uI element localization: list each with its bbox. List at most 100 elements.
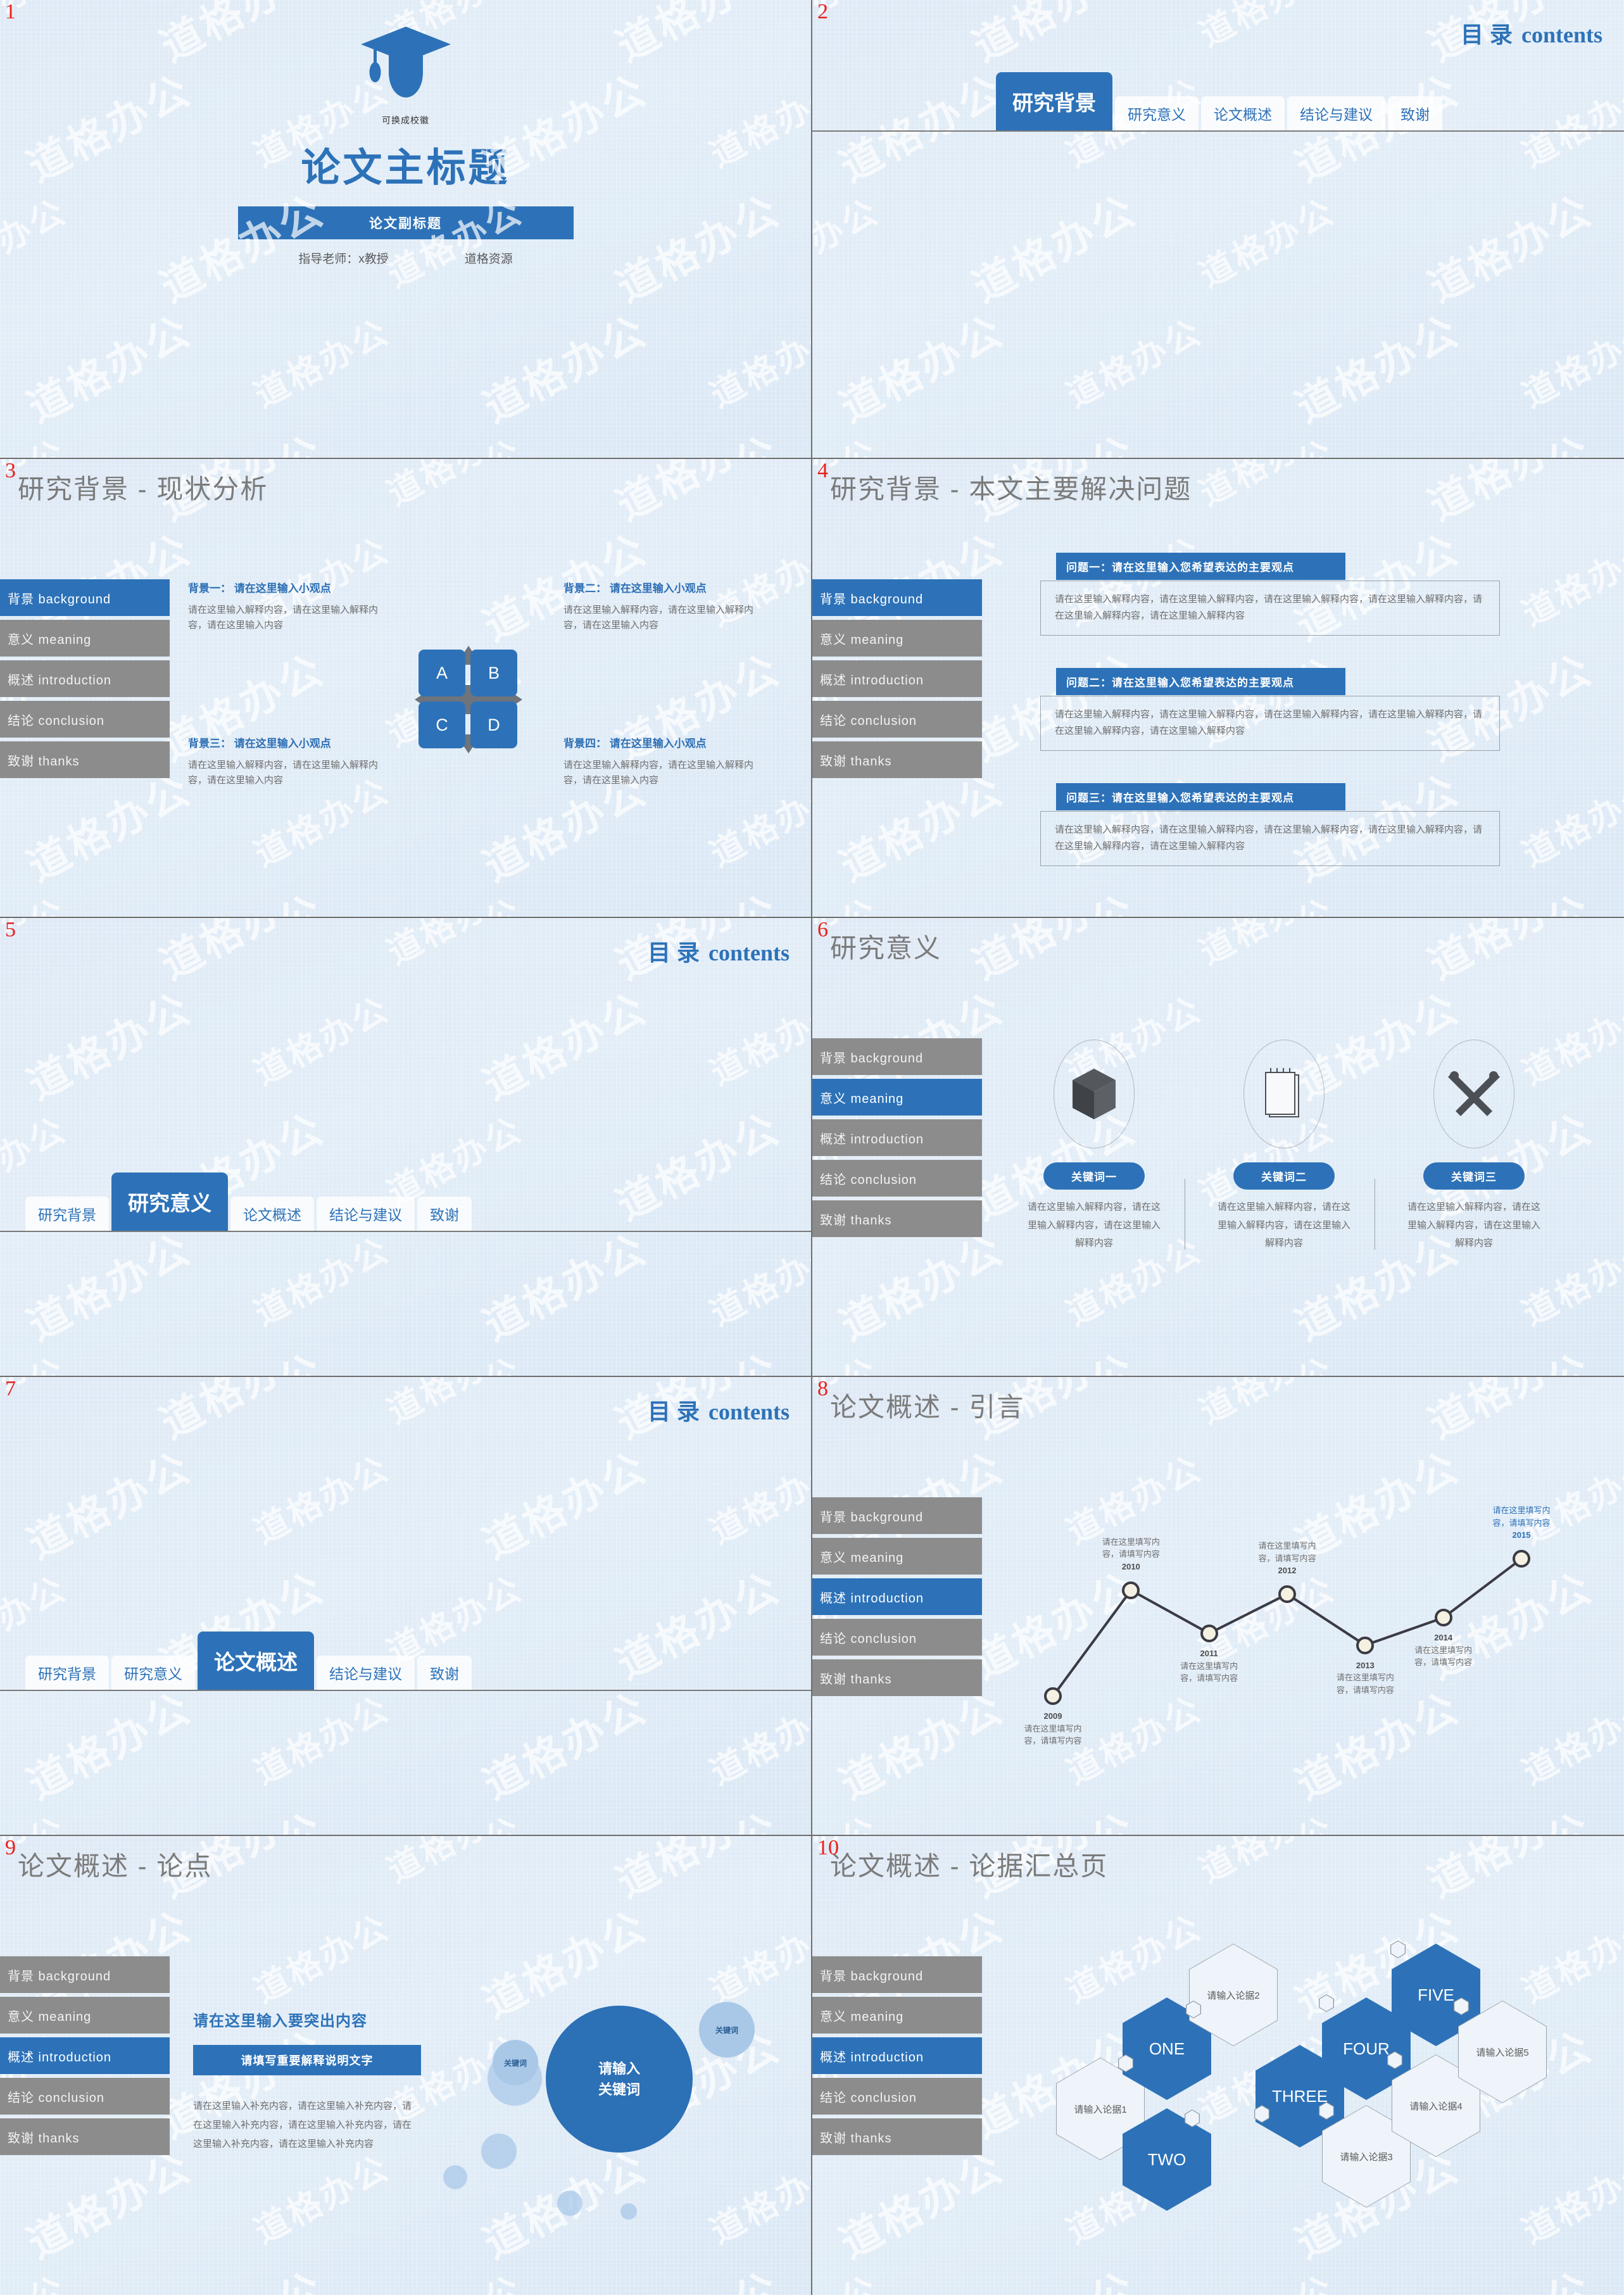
tab-3[interactable]: 论文概述 xyxy=(1201,96,1285,130)
slide-4[interactable]: 4 道格办公 道格办公 道格办公 道格办公 道格办公 道格办公 道格办公 道格办公 道格办公 道格办… xyxy=(812,459,1624,918)
hex-label: 请输入论据3 xyxy=(1340,2151,1393,2163)
watermark-text: 道格办公 xyxy=(704,312,811,415)
slide-number: 8 xyxy=(817,1377,828,1400)
keyword-bubble-1[interactable]: 关键词 xyxy=(493,2040,538,2085)
sidebar-item-conclusion[interactable]: 结论 conclusion xyxy=(0,2078,170,2115)
keyword-pill-3[interactable]: 关键词三 xyxy=(1423,1162,1525,1190)
tab-3[interactable]: 论文概述 xyxy=(198,1632,314,1690)
tab-1[interactable]: 研究背景 xyxy=(25,1656,109,1690)
slide-10[interactable]: 10 道格办公 道格办公 道格办公 道格办公 道格办公 道格办公 道格办公 道格办公 道格办公 道格… xyxy=(812,1836,1624,2295)
watermark-text: 道格办公 xyxy=(812,883,886,917)
contents-title-en: contents xyxy=(1521,22,1602,47)
chart-label-text: 请在这里填写内 容，请填写内容 xyxy=(1336,1673,1394,1695)
tab-5[interactable]: 致谢 xyxy=(1388,96,1442,130)
sidebar-item-label: 结论 conclusion xyxy=(8,2091,105,2105)
tab-2[interactable]: 研究意义 xyxy=(111,1173,228,1231)
sidebar-item-label: 概述 introduction xyxy=(820,1132,924,1147)
slide-1[interactable]: 1 道格办公 道格办公 道格办公 道格办公 道格办公 道格办公 道格办公 道格办公 道格办公 道格办… xyxy=(0,0,812,459)
tab-label: 致谢 xyxy=(1401,106,1430,123)
chart-year: 2012 xyxy=(1278,1566,1297,1575)
tab-1[interactable]: 研究背景 xyxy=(25,1197,109,1231)
watermark-text: 道格办公 xyxy=(812,192,886,295)
keyword-pill-1[interactable]: 关键词一 xyxy=(1043,1162,1145,1190)
quadrant-b[interactable]: B xyxy=(470,650,517,696)
sidebar-item-background[interactable]: 背景 background xyxy=(812,579,982,616)
sidebar-item-label: 背景 background xyxy=(820,592,924,607)
watermark-text: 道格办公 xyxy=(248,1230,396,1333)
hex-connector-3 xyxy=(1319,1994,1334,2012)
sidebar-item-conclusion[interactable]: 结论 conclusion xyxy=(0,701,170,738)
slide-number: 2 xyxy=(817,0,828,23)
sidebar-item-thanks[interactable]: 致谢 thanks xyxy=(0,741,170,778)
watermark-text: 道格办公 xyxy=(604,877,789,917)
tab-4[interactable]: 结论与建议 xyxy=(317,1197,415,1231)
watermark-text: 道格办公 xyxy=(0,883,74,917)
slide-5[interactable]: 5 道格办公 道格办公 道格办公 道格办公 道格办公 道格办公 道格办公 道格办公 道格办公 道格办… xyxy=(0,918,812,1377)
slide-number: 5 xyxy=(5,918,16,941)
sidebar-item-introduction[interactable]: 概述 introduction xyxy=(0,660,170,697)
sidebar-item-meaning[interactable]: 意义 meaning xyxy=(812,1079,982,1116)
watermark-text: 道格办公 xyxy=(475,1443,655,1568)
quadrant-a[interactable]: A xyxy=(419,650,465,696)
tab-4[interactable]: 结论与建议 xyxy=(1287,96,1385,130)
watermark-text: 道格办公 xyxy=(20,1224,199,1349)
contents-header: 目 录 contents xyxy=(648,1393,790,1426)
tab-3[interactable]: 论文概述 xyxy=(230,1197,314,1231)
sidebar-item-background[interactable]: 背景 background xyxy=(0,579,170,616)
sidebar-item-introduction[interactable]: 概述 introduction xyxy=(812,1119,982,1156)
sidebar-item-introduction[interactable]: 概述 introduction xyxy=(0,2037,170,2074)
tab-2[interactable]: 研究意义 xyxy=(1115,96,1199,130)
chart-label-text: 请在这里填写内 容，请填写内容 xyxy=(1414,1645,1473,1668)
contents-title-cn: 目 录 xyxy=(647,1399,700,1424)
sidebar-item-meaning[interactable]: 意义 meaning xyxy=(0,620,170,657)
contents-header: 目 录 contents xyxy=(1461,16,1602,49)
sidebar-item-conclusion[interactable]: 结论 conclusion xyxy=(812,1160,982,1197)
tab-underline xyxy=(0,1231,811,1232)
tools-icon xyxy=(1433,1040,1514,1148)
contents-title-en: contents xyxy=(708,940,790,965)
problem-bar-3: 问题三：请在这里输入您希望表达的主要观点 xyxy=(1056,783,1345,810)
sidebar-item-thanks[interactable]: 致谢 thanks xyxy=(812,1200,982,1237)
sidebar-item-thanks[interactable]: 致谢 thanks xyxy=(0,2118,170,2155)
slide-9[interactable]: 9 道格办公 道格办公 道格办公 道格办公 道格办公 道格办公 道格办公 道格办公 道格办公 道格办… xyxy=(0,1836,812,2295)
tab-4[interactable]: 结论与建议 xyxy=(317,1656,415,1690)
sidebar-item-conclusion[interactable]: 结论 conclusion xyxy=(812,701,982,738)
watermark-text: 道格办公 xyxy=(1516,771,1624,874)
main-title: 论文主标题 xyxy=(301,146,510,190)
contents-title-cn: 目 录 xyxy=(647,940,700,965)
chart-label-2010: 请在这里填写内 容，请填写内容 2010 xyxy=(1102,1536,1160,1573)
slide-number: 6 xyxy=(817,918,828,941)
sidebar-item-introduction[interactable]: 概述 introduction xyxy=(812,660,982,697)
watermark-text: 道格办公 xyxy=(832,306,1011,431)
slide-8[interactable]: 8 道格办公 道格办公 道格办公 道格办公 道格办公 道格办公 道格办公 道格办公 道格办公 道格办… xyxy=(812,1377,1624,1836)
tab-5[interactable]: 致谢 xyxy=(417,1656,472,1690)
chart-label-text: 请在这里填写内 容，请填写内容 xyxy=(1102,1537,1160,1559)
watermark-text: 道格办公 xyxy=(812,1342,886,1376)
keyword-bubble-2[interactable]: 关键词 xyxy=(699,2002,755,2058)
sidebar-item-meaning[interactable]: 意义 meaning xyxy=(812,620,982,657)
point-body: 请在这里输入解释内容，请在这里输入解释内容，请在这里输入内容 xyxy=(563,605,754,631)
sidebar-item-background[interactable]: 背景 background xyxy=(0,1956,170,1993)
tab-2[interactable]: 研究意义 xyxy=(111,1656,195,1690)
slide-7[interactable]: 7 道格办公 道格办公 道格办公 道格办公 道格办公 道格办公 道格办公 道格办公 道格办公 道格办… xyxy=(0,1377,812,1836)
slide-3[interactable]: 3 道格办公 道格办公 道格办公 道格办公 道格办公 道格办公 道格办公 道格办公 道格办公 道格办… xyxy=(0,459,812,918)
contents-title-en: contents xyxy=(708,1399,790,1424)
quadrant-d[interactable]: D xyxy=(470,701,517,748)
watermark-text: 道格办公 xyxy=(704,1449,811,1552)
quadrant-c[interactable]: C xyxy=(419,701,465,748)
slide-6[interactable]: 6 道格办公 道格办公 道格办公 道格办公 道格办公 道格办公 道格办公 道格办公 道格办公 道格办… xyxy=(812,918,1624,1377)
sidebar-item-meaning[interactable]: 意义 meaning xyxy=(0,1997,170,2034)
sidebar-item-thanks[interactable]: 致谢 thanks xyxy=(812,741,982,778)
tab-label: 研究意义 xyxy=(124,1666,182,1682)
sidebar-item-background[interactable]: 背景 background xyxy=(812,1038,982,1075)
tab-5[interactable]: 致谢 xyxy=(417,1197,472,1231)
tab-1[interactable]: 研究背景 xyxy=(996,72,1112,130)
sidebar-item-label: 意义 meaning xyxy=(820,1091,904,1106)
watermark-text: 道格办公 xyxy=(1516,531,1624,634)
keyword-pill-2[interactable]: 关键词二 xyxy=(1233,1162,1335,1190)
main-bubble[interactable]: 请输入 关键词 xyxy=(546,2006,693,2153)
sidebar-item-label: 背景 background xyxy=(820,1051,924,1066)
slide-2[interactable]: 2 道格办公 道格办公 道格办公 道格办公 道格办公 道格办公 道格办公 道格办公 道格办公 道格办… xyxy=(812,0,1624,459)
page-title: 论文概述 - 论点 xyxy=(18,1851,213,1881)
watermark-text: 道格办公 xyxy=(1416,418,1601,458)
